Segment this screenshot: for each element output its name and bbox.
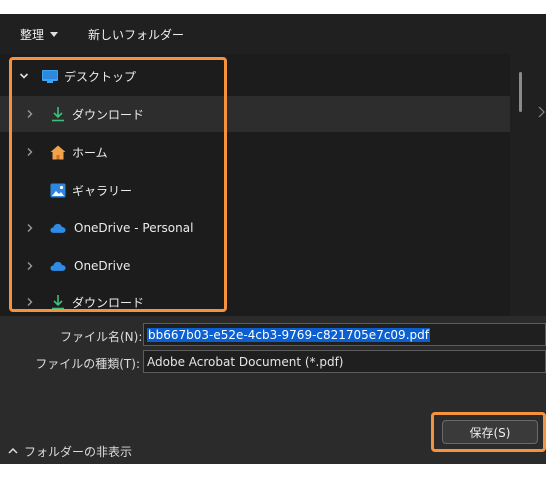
nav-item-gallery[interactable]: ギャラリー [0, 172, 510, 208]
nav-item-downloads-2[interactable]: ダウンロード [0, 284, 510, 320]
navigation-pane[interactable]: デスクトップ ダウンロード ホーム ギャラリー OneDrive - Perso… [0, 54, 510, 316]
nav-item-desktop[interactable]: デスクトップ [0, 58, 510, 94]
nav-item-label: ダウンロード [72, 107, 145, 122]
onedrive-icon [50, 220, 66, 236]
chevron-right-icon[interactable] [24, 222, 36, 234]
filename-label: ファイル名(N): [60, 330, 143, 344]
desktop-icon [42, 68, 58, 84]
hide-folders-toggle[interactable]: フォルダーの非表示 [8, 443, 132, 460]
nav-item-onedrive-personal[interactable]: OneDrive - Personal [0, 210, 510, 246]
filename-value: bb667b03-e52e-4cb3-9769-c821705e7c09.pdf [147, 327, 430, 342]
screenshot-stage: 整理 新しいフォルダー デスクトップ ダウンロード ホーム ギャラリー OneD… [0, 0, 546, 486]
new-folder-button[interactable]: 新しいフォルダー [80, 20, 192, 48]
download-icon [50, 294, 66, 310]
save-dialog: 整理 新しいフォルダー デスクトップ ダウンロード ホーム ギャラリー OneD… [0, 14, 546, 464]
scrollbar-thumb[interactable] [519, 72, 522, 112]
chevron-right-icon[interactable] [24, 296, 36, 308]
nav-item-label: ギャラリー [72, 183, 133, 198]
download-icon [50, 106, 66, 122]
chevron-down-icon [50, 31, 59, 37]
page-margin-bottom [0, 464, 546, 486]
dialog-toolbar: 整理 新しいフォルダー [0, 14, 546, 54]
chevron-down-icon[interactable] [18, 70, 30, 82]
new-folder-label: 新しいフォルダー [88, 27, 185, 42]
content-pane-edge [510, 54, 546, 316]
organize-menu-button[interactable]: 整理 [12, 20, 66, 48]
nav-item-label: OneDrive - Personal [74, 221, 194, 235]
filetype-select[interactable]: Adobe Acrobat Document (*.pdf) [143, 350, 546, 373]
filetype-label: ファイルの種類(T): [35, 357, 140, 371]
nav-item-label: ダウンロード [72, 295, 145, 310]
filetype-value: Adobe Acrobat Document (*.pdf) [147, 354, 344, 369]
onedrive-icon [50, 258, 66, 274]
hide-folders-label: フォルダーの非表示 [24, 445, 133, 459]
nav-item-label: OneDrive [74, 259, 131, 273]
nav-item-onedrive[interactable]: OneDrive [0, 248, 510, 284]
home-icon [50, 144, 66, 160]
chevron-right-icon [538, 106, 546, 122]
nav-item-label: ホーム [72, 145, 108, 160]
save-button[interactable]: 保存(S) [442, 420, 538, 444]
gallery-icon [50, 182, 66, 198]
page-margin-top [0, 0, 546, 14]
chevron-right-icon[interactable] [24, 260, 36, 272]
filename-input[interactable]: bb667b03-e52e-4cb3-9769-c821705e7c09.pdf [143, 323, 546, 346]
chevron-right-icon[interactable] [24, 146, 36, 158]
nav-item-label: デスクトップ [64, 69, 137, 84]
chevron-up-icon [8, 446, 18, 457]
nav-item-downloads[interactable]: ダウンロード [0, 96, 510, 132]
chevron-right-icon[interactable] [24, 108, 36, 120]
organize-label: 整理 [20, 27, 45, 42]
nav-item-home[interactable]: ホーム [0, 134, 510, 170]
